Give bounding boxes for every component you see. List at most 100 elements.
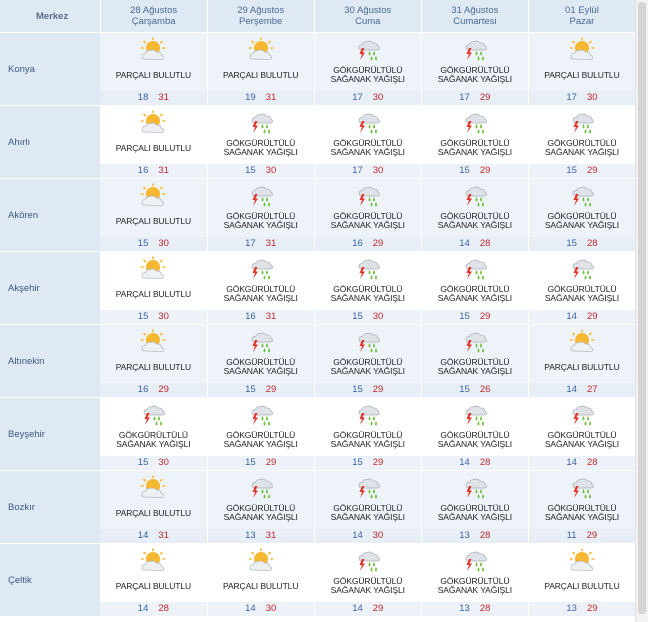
min-temp: 14 xyxy=(245,603,256,614)
partly-cloudy-icon xyxy=(568,548,596,574)
city-name[interactable]: Ahırlı xyxy=(0,105,101,179)
temperature-bar: 17 30 xyxy=(314,91,421,105)
condition-line: SAĞANAK YAĞIŞLI xyxy=(330,74,405,84)
city-name[interactable]: Akören xyxy=(0,178,101,252)
max-temp: 29 xyxy=(479,165,491,176)
forecast-cell: GÖKGÜRÜLTÜLÜ SAĞANAK YAĞIŞLI 16 31 xyxy=(207,251,315,325)
condition-text: GÖKGÜRÜLTÜLÜ SAĞANAK YAĞIŞLI xyxy=(315,577,421,601)
temperature-bar: 15 30 xyxy=(100,310,207,324)
max-temp: 29 xyxy=(479,92,491,103)
temperature-bar: 14 29 xyxy=(528,310,635,324)
temperature-bar: 15 28 xyxy=(528,237,635,251)
min-temp: 17 xyxy=(352,92,363,103)
forecast-cell: GÖKGÜRÜLTÜLÜ SAĞANAK YAĞIŞLI 14 28 xyxy=(421,178,529,252)
max-temp: 29 xyxy=(265,457,277,468)
condition-line: PARÇALI BULUTLU xyxy=(223,581,299,591)
forecast-cell: GÖKGÜRÜLTÜLÜ SAĞANAK YAĞIŞLI 15 30 xyxy=(207,105,315,179)
forecast-cell: GÖKGÜRÜLTÜLÜ SAĞANAK YAĞIŞLI 15 29 xyxy=(421,105,529,179)
thunderstorm-icon xyxy=(247,475,275,501)
min-temp: 16 xyxy=(352,238,363,249)
thunderstorm-icon xyxy=(461,475,489,501)
condition-line: SAĞANAK YAĞIŞLI xyxy=(330,147,405,157)
city-name[interactable]: Beyşehir xyxy=(0,397,101,471)
condition-line: SAĞANAK YAĞIŞLI xyxy=(544,293,620,303)
condition-line: SAĞANAK YAĞIŞLI xyxy=(330,585,405,595)
min-temp: 17 xyxy=(245,238,256,249)
thunderstorm-icon xyxy=(247,256,275,282)
min-temp: 14 xyxy=(459,238,470,249)
max-temp: 29 xyxy=(372,384,384,395)
condition-line: SAĞANAK YAĞIŞLI xyxy=(437,147,512,157)
max-temp: 29 xyxy=(479,311,491,322)
min-temp: 13 xyxy=(459,603,470,614)
table-row: Bozkır PARÇALI BULUTLU 14 31 GÖKGÜRÜLTÜLÜ SAĞ… xyxy=(0,470,637,544)
day-header: 31 Ağustos Cumartesi xyxy=(421,0,529,33)
city-name[interactable]: Bozkır xyxy=(0,470,101,544)
condition-text: GÖKGÜRÜLTÜLÜ SAĞANAK YAĞIŞLI xyxy=(315,358,421,382)
partly-cloudy-icon xyxy=(139,37,167,63)
forecast-cell: PARÇALI BULUTLU 14 27 xyxy=(528,324,637,398)
max-temp: 29 xyxy=(265,384,277,395)
condition-text: GÖKGÜRÜLTÜLÜ SAĞANAK YAĞIŞLI xyxy=(529,212,635,236)
city-name[interactable]: Konya xyxy=(0,32,101,106)
forecast-cell: GÖKGÜRÜLTÜLÜ SAĞANAK YAĞIŞLI 15 28 xyxy=(528,178,637,252)
max-temp: 30 xyxy=(586,92,598,103)
temperature-bar: 17 30 xyxy=(528,91,635,105)
condition-text: GÖKGÜRÜLTÜLÜ SAĞANAK YAĞIŞLI xyxy=(422,285,528,309)
thunderstorm-icon xyxy=(461,110,489,136)
condition-line: SAĞANAK YAĞIŞLI xyxy=(223,147,298,157)
thunderstorm-icon xyxy=(568,110,596,136)
forecast-cell: PARÇALI BULUTLU 16 29 xyxy=(100,324,208,398)
max-temp: 28 xyxy=(479,457,491,468)
forecast-cell: PARÇALI BULUTLU 17 30 xyxy=(528,32,637,106)
condition-line: SAĞANAK YAĞIŞLI xyxy=(223,439,298,449)
thunderstorm-icon xyxy=(354,37,382,63)
temperature-bar: 14 29 xyxy=(314,602,421,616)
thunderstorm-icon xyxy=(354,548,382,574)
condition-line: SAĞANAK YAĞIŞLI xyxy=(437,585,512,595)
min-temp: 15 xyxy=(137,311,149,322)
max-temp: 28 xyxy=(479,238,491,249)
thunderstorm-icon xyxy=(461,329,489,355)
min-temp: 19 xyxy=(245,92,256,103)
temperature-bar: 16 31 xyxy=(207,310,314,324)
thunderstorm-icon xyxy=(568,256,596,282)
temperature-bar: 13 28 xyxy=(421,529,528,543)
vertical-scrollbar[interactable] xyxy=(635,0,648,622)
min-temp: 15 xyxy=(352,384,363,395)
city-name[interactable]: Çeltik xyxy=(0,543,101,617)
corner-label: Merkez xyxy=(0,0,101,33)
max-temp: 30 xyxy=(372,165,384,176)
condition-line: PARÇALI BULUTLU xyxy=(115,581,192,591)
forecast-cell: GÖKGÜRÜLTÜLÜ SAĞANAK YAĞIŞLI 14 28 xyxy=(528,397,637,471)
temperature-bar: 15 30 xyxy=(100,456,207,470)
max-temp: 28 xyxy=(586,457,598,468)
day-header: 01 Eylül Pazar xyxy=(528,0,637,33)
table-row: Beyşehir GÖKGÜRÜLTÜLÜ SAĞANAK YAĞIŞLI 15 30 G… xyxy=(0,397,637,471)
condition-line: PARÇALI BULUTLU xyxy=(115,70,192,80)
condition-text: GÖKGÜRÜLTÜLÜ SAĞANAK YAĞIŞLI xyxy=(422,212,528,236)
city-name[interactable]: Akşehir xyxy=(0,251,101,325)
day-header: 29 Ağustos Perşembe xyxy=(207,0,315,33)
max-temp: 31 xyxy=(265,238,277,249)
condition-line: SAĞANAK YAĞIŞLI xyxy=(223,512,298,522)
condition-line: SAĞANAK YAĞIŞLI xyxy=(330,366,405,376)
max-temp: 29 xyxy=(372,603,384,614)
forecast-cell: GÖKGÜRÜLTÜLÜ SAĞANAK YAĞIŞLI 15 30 xyxy=(314,251,422,325)
min-temp: 14 xyxy=(352,530,363,541)
max-temp: 29 xyxy=(158,384,169,395)
forecast-cell: GÖKGÜRÜLTÜLÜ SAĞANAK YAĞIŞLI 13 28 xyxy=(421,543,529,617)
condition-line: SAĞANAK YAĞIŞLI xyxy=(330,293,405,303)
table-row: Altınekin PARÇALI BULUTLU 16 29 GÖKGÜRÜLTÜLÜ… xyxy=(0,324,637,398)
temperature-bar: 14 28 xyxy=(421,456,528,470)
header-row: Merkez 28 Ağustos Çarşamba 29 Ağustos Perş… xyxy=(0,0,637,33)
city-name[interactable]: Altınekin xyxy=(0,324,101,398)
condition-line: SAĞANAK YAĞIŞLI xyxy=(437,293,512,303)
forecast-cell: PARÇALI BULUTLU 19 31 xyxy=(207,32,315,106)
condition-line: SAĞANAK YAĞIŞLI xyxy=(330,512,405,522)
min-temp: 17 xyxy=(352,165,363,176)
temperature-bar: 15 29 xyxy=(528,164,635,178)
scrollbar-thumb[interactable] xyxy=(638,2,646,614)
thunderstorm-icon xyxy=(354,110,382,136)
partly-cloudy-icon xyxy=(247,37,275,63)
